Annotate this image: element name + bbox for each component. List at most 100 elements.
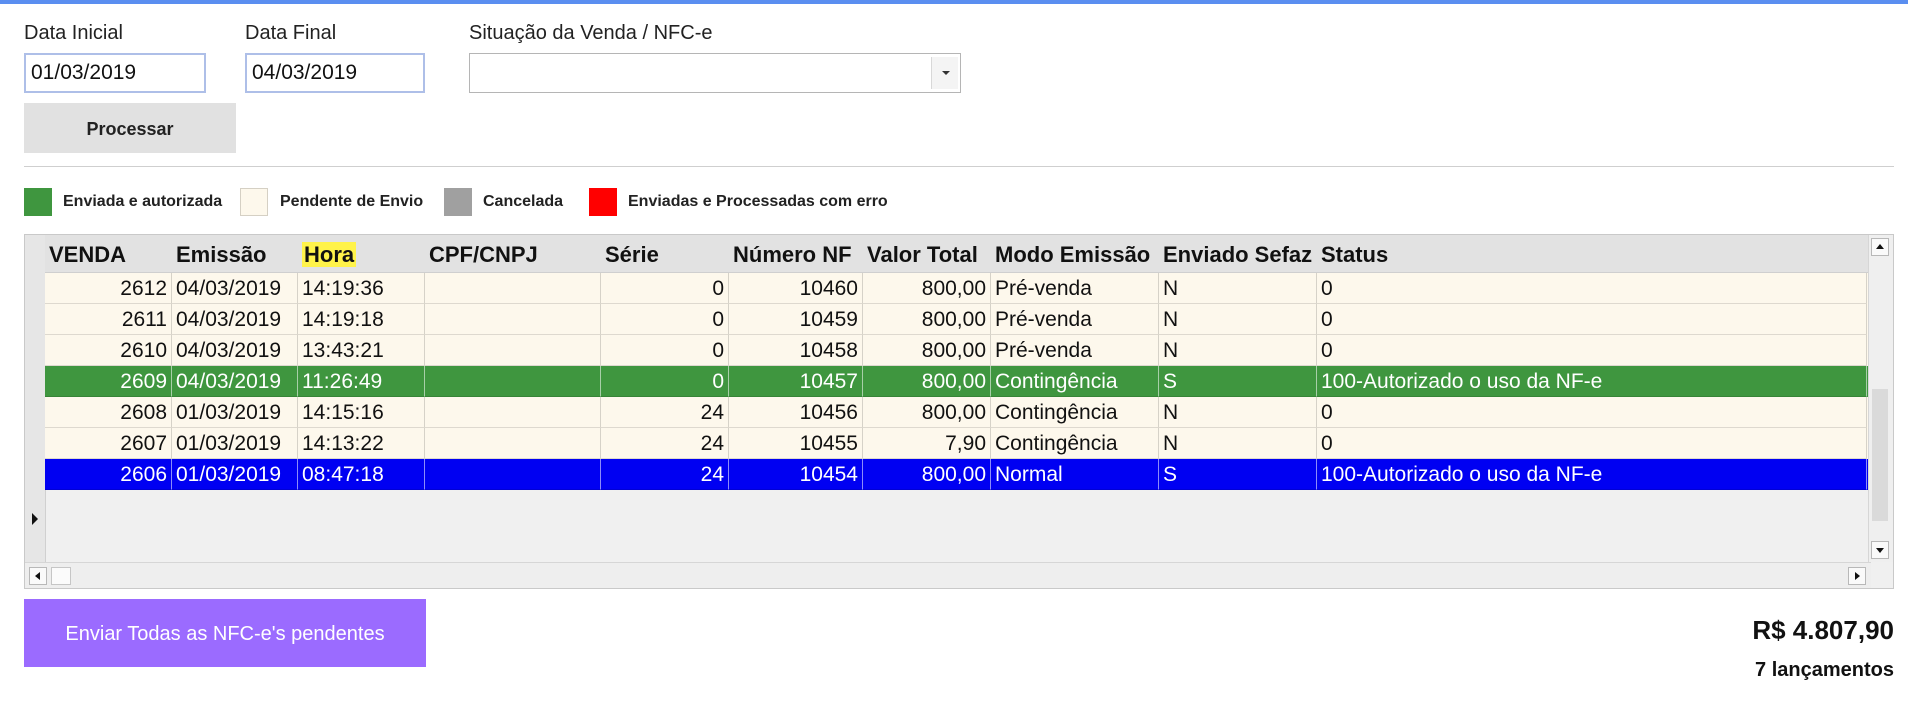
cell-numero-nf[interactable]: 10458 — [729, 335, 863, 366]
col-header-cpf-cnpj[interactable]: CPF/CNPJ — [425, 235, 601, 272]
cell-valor-total[interactable]: 7,90 — [863, 428, 991, 459]
cell-cpf-cnpj[interactable] — [425, 459, 601, 490]
cell-status[interactable]: 100-Autorizado o uso da NF-e — [1317, 459, 1867, 490]
table-row[interactable]: 2606 01/03/2019 08:47:18 24 10454 800,00 Norma… — [45, 459, 1891, 490]
cell-enviado-sefaz[interactable]: S — [1159, 366, 1317, 397]
cell-venda[interactable]: 2612 — [45, 273, 172, 304]
scroll-left-icon[interactable] — [29, 567, 47, 585]
send-all-pending-button[interactable]: Enviar Todas as NFC-e's pendentes — [24, 599, 426, 667]
end-date-input[interactable]: 04/03/2019 — [245, 53, 425, 93]
sales-grid[interactable]: VENDA Emissão Hora CPF/CNPJ Série Número… — [24, 234, 1894, 589]
cell-modo-emissao[interactable]: Contingência — [991, 428, 1159, 459]
cell-status[interactable]: 100-Autorizado o uso da NF-e — [1317, 366, 1867, 397]
cell-cpf-cnpj[interactable] — [425, 335, 601, 366]
col-header-emissao[interactable]: Emissão — [172, 235, 298, 272]
cell-emissao[interactable]: 01/03/2019 — [172, 459, 298, 490]
col-header-valor-total[interactable]: Valor Total — [863, 235, 991, 272]
cell-serie[interactable]: 0 — [601, 273, 729, 304]
cell-modo-emissao[interactable]: Pré-venda — [991, 304, 1159, 335]
cell-status[interactable]: 0 — [1317, 428, 1867, 459]
cell-modo-emissao[interactable]: Contingência — [991, 366, 1159, 397]
col-header-hora[interactable]: Hora — [298, 235, 425, 272]
cell-hora[interactable]: 11:26:49 — [298, 366, 425, 397]
cell-modo-emissao[interactable]: Contingência — [991, 397, 1159, 428]
cell-venda[interactable]: 2608 — [45, 397, 172, 428]
cell-valor-total[interactable]: 800,00 — [863, 366, 991, 397]
col-header-enviado-sefaz[interactable]: Enviado Sefaz — [1159, 235, 1317, 272]
cell-valor-total[interactable]: 800,00 — [863, 335, 991, 366]
cell-serie[interactable]: 0 — [601, 366, 729, 397]
cell-status[interactable]: 0 — [1317, 397, 1867, 428]
cell-status[interactable]: 0 — [1317, 335, 1867, 366]
cell-valor-total[interactable]: 800,00 — [863, 397, 991, 428]
cell-modo-emissao[interactable]: Pré-venda — [991, 335, 1159, 366]
scroll-down-icon[interactable] — [1871, 541, 1889, 559]
cell-numero-nf[interactable]: 10454 — [729, 459, 863, 490]
cell-emissao[interactable]: 01/03/2019 — [172, 397, 298, 428]
cell-emissao[interactable]: 04/03/2019 — [172, 366, 298, 397]
sale-status-select[interactable] — [469, 53, 961, 93]
cell-numero-nf[interactable]: 10456 — [729, 397, 863, 428]
horizontal-scrollbar[interactable] — [25, 562, 1871, 588]
table-row[interactable]: 2610 04/03/2019 13:43:21 0 10458 800,00 Pré-ve… — [45, 335, 1891, 366]
cell-hora[interactable]: 14:19:18 — [298, 304, 425, 335]
cell-emissao[interactable]: 04/03/2019 — [172, 335, 298, 366]
cell-numero-nf[interactable]: 10459 — [729, 304, 863, 335]
cell-venda[interactable]: 2609 — [45, 366, 172, 397]
cell-numero-nf[interactable]: 10460 — [729, 273, 863, 304]
cell-cpf-cnpj[interactable] — [425, 397, 601, 428]
cell-hora[interactable]: 13:43:21 — [298, 335, 425, 366]
cell-cpf-cnpj[interactable] — [425, 273, 601, 304]
cell-serie[interactable]: 24 — [601, 397, 729, 428]
cell-emissao[interactable]: 01/03/2019 — [172, 428, 298, 459]
vertical-scroll-thumb[interactable] — [1872, 389, 1888, 521]
col-header-modo-emissao[interactable]: Modo Emissão — [991, 235, 1159, 272]
table-row[interactable]: 2612 04/03/2019 14:19:36 0 10460 800,00 Pré-ve… — [45, 273, 1891, 304]
cell-numero-nf[interactable]: 10457 — [729, 366, 863, 397]
cell-venda[interactable]: 2607 — [45, 428, 172, 459]
cell-cpf-cnpj[interactable] — [425, 428, 601, 459]
cell-enviado-sefaz[interactable]: N — [1159, 397, 1317, 428]
table-row[interactable]: 2611 04/03/2019 14:19:18 0 10459 800,00 Pré-ve… — [45, 304, 1891, 335]
cell-cpf-cnpj[interactable] — [425, 366, 601, 397]
cell-valor-total[interactable]: 800,00 — [863, 273, 991, 304]
cell-emissao[interactable]: 04/03/2019 — [172, 273, 298, 304]
horizontal-scroll-thumb[interactable] — [51, 567, 71, 585]
cell-hora[interactable]: 14:19:36 — [298, 273, 425, 304]
cell-venda[interactable]: 2610 — [45, 335, 172, 366]
table-row[interactable]: 2607 01/03/2019 14:13:22 24 10455 7,90 Conting… — [45, 428, 1891, 459]
process-button[interactable]: Processar — [24, 103, 236, 153]
cell-serie[interactable]: 24 — [601, 459, 729, 490]
chevron-down-icon[interactable] — [931, 57, 958, 89]
scroll-right-icon[interactable] — [1848, 567, 1866, 585]
cell-enviado-sefaz[interactable]: S — [1159, 459, 1317, 490]
cell-venda[interactable]: 2606 — [45, 459, 172, 490]
cell-serie[interactable]: 24 — [601, 428, 729, 459]
cell-modo-emissao[interactable]: Pré-venda — [991, 273, 1159, 304]
col-header-serie[interactable]: Série — [601, 235, 729, 272]
cell-serie[interactable]: 0 — [601, 304, 729, 335]
table-row[interactable]: 2608 01/03/2019 14:15:16 24 10456 800,00 Conti… — [45, 397, 1891, 428]
cell-hora[interactable]: 08:47:18 — [298, 459, 425, 490]
cell-emissao[interactable]: 04/03/2019 — [172, 304, 298, 335]
cell-enviado-sefaz[interactable]: N — [1159, 304, 1317, 335]
table-row[interactable]: 2609 04/03/2019 11:26:49 0 10457 800,00 Contin… — [45, 366, 1891, 397]
col-header-status[interactable]: Status — [1317, 235, 1857, 272]
cell-enviado-sefaz[interactable]: N — [1159, 335, 1317, 366]
cell-hora[interactable]: 14:13:22 — [298, 428, 425, 459]
cell-venda[interactable]: 2611 — [45, 304, 172, 335]
cell-status[interactable]: 0 — [1317, 304, 1867, 335]
start-date-input[interactable]: 01/03/2019 — [24, 53, 206, 93]
cell-enviado-sefaz[interactable]: N — [1159, 428, 1317, 459]
cell-valor-total[interactable]: 800,00 — [863, 304, 991, 335]
scroll-up-icon[interactable] — [1871, 238, 1889, 256]
col-header-venda[interactable]: VENDA — [45, 235, 172, 272]
cell-enviado-sefaz[interactable]: N — [1159, 273, 1317, 304]
cell-serie[interactable]: 0 — [601, 335, 729, 366]
vertical-scrollbar[interactable] — [1868, 235, 1893, 562]
col-header-numero-nf[interactable]: Número NF — [729, 235, 863, 272]
cell-hora[interactable]: 14:15:16 — [298, 397, 425, 428]
cell-cpf-cnpj[interactable] — [425, 304, 601, 335]
cell-modo-emissao[interactable]: Normal — [991, 459, 1159, 490]
cell-numero-nf[interactable]: 10455 — [729, 428, 863, 459]
